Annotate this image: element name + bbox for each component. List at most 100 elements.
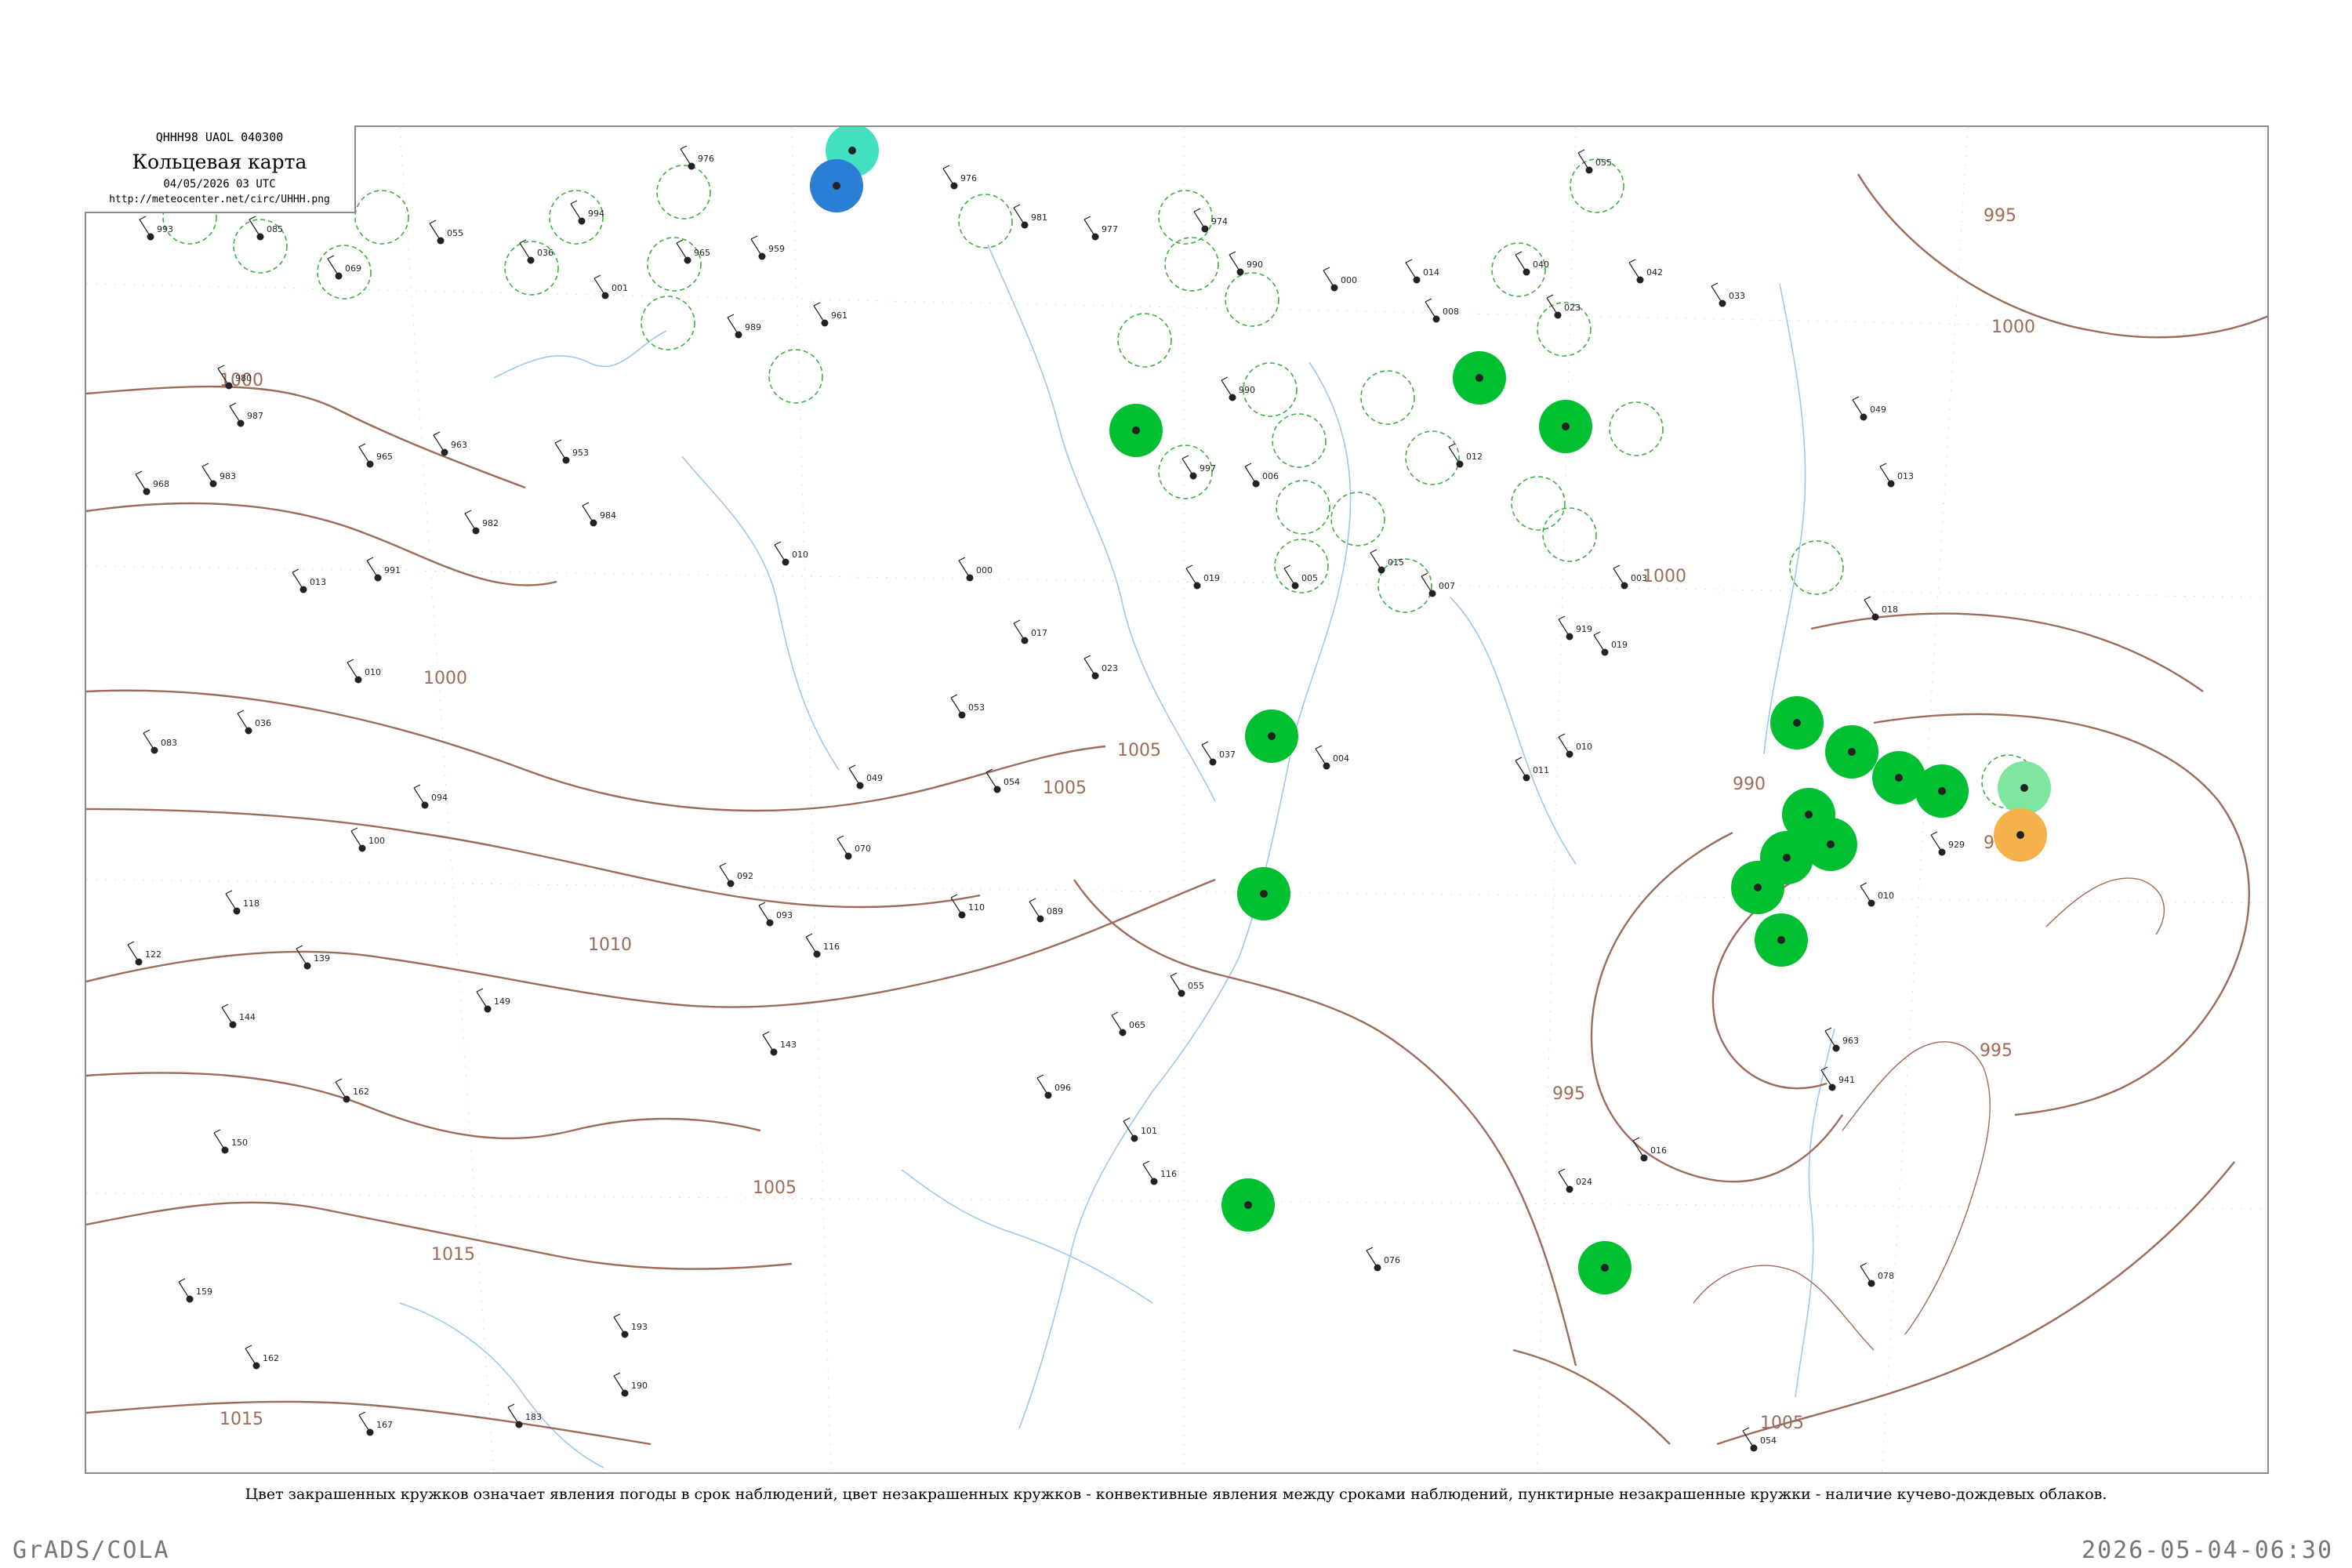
station-plot[interactable]: 162 [245,1345,279,1370]
station-plot[interactable]: 000 [1323,267,1357,292]
station-plot[interactable]: 036 [519,239,554,264]
station-plot[interactable]: 116 [1142,1160,1177,1185]
station-plot[interactable]: 139 [296,945,330,970]
station-plot[interactable]: 994 [570,200,604,225]
station-plot[interactable]: 990 [1229,251,1263,276]
station-plot[interactable]: 054 [985,768,1020,793]
station-plot[interactable]: 000 [958,557,993,582]
station-plot[interactable]: 976 [680,145,714,170]
station-plot[interactable]: 076 [1366,1247,1400,1272]
station-plot[interactable]: 990 [1221,376,1255,401]
station-plot[interactable]: 010 [774,541,808,566]
station-plot[interactable]: 055 [1577,149,1612,174]
station-plot[interactable]: 010 [1860,882,1894,907]
station-plot[interactable]: 019 [1593,631,1628,656]
station-plot[interactable]: 953 [554,439,589,464]
station-plot[interactable]: 013 [1879,463,1914,488]
station-plot[interactable]: 055 [429,220,463,245]
station-plot[interactable]: 100 [350,827,385,852]
station-plot[interactable]: 144 [221,1004,256,1029]
station-plot[interactable]: 055 [1170,972,1204,997]
station-plot[interactable]: 049 [1852,396,1886,421]
station-plot[interactable]: 993 [139,216,173,241]
station-plot[interactable]: 023 [1546,294,1581,319]
weather-marker-rain[interactable] [1578,1241,1632,1294]
station-plot[interactable]: 023 [1083,655,1118,680]
station-plot[interactable]: 016 [1632,1137,1667,1162]
station-plot[interactable]: 997 [1181,455,1216,480]
station-plot[interactable]: 190 [613,1372,648,1397]
station-plot[interactable]: 036 [237,710,271,735]
station-plot[interactable]: 987 [229,402,263,427]
station-plot[interactable]: 092 [719,862,753,887]
station-plot[interactable]: 004 [1315,745,1349,770]
station-plot[interactable]: 033 [1711,282,1745,307]
weather-marker-rain[interactable] [1539,400,1592,453]
station-plot[interactable]: 977 [1083,216,1118,241]
station-plot[interactable]: 007 [1421,572,1455,597]
station-plot[interactable]: 143 [762,1031,797,1056]
station-plot[interactable]: 040 [1515,251,1549,276]
station-plot[interactable]: 150 [213,1129,248,1154]
weather-marker-fog[interactable] [1994,808,2047,862]
station-plot[interactable]: 096 [1036,1074,1071,1099]
station-plot[interactable]: 014 [1405,259,1439,284]
station-plot[interactable]: 991 [366,557,401,582]
station-plot[interactable]: 083 [143,729,177,754]
weather-marker-rain[interactable] [1825,725,1878,779]
weather-marker-rain[interactable] [1221,1178,1275,1232]
station-plot[interactable]: 013 [292,568,326,593]
weather-marker-shower[interactable] [810,159,863,212]
station-plot[interactable]: 941 [1820,1066,1855,1091]
weather-marker-rain[interactable] [1915,764,1969,818]
station-plot[interactable]: 959 [750,235,785,260]
weather-marker-rain[interactable] [1755,913,1808,967]
station-plot[interactable]: 118 [225,890,260,915]
weather-marker-rain[interactable] [1109,404,1163,457]
weather-marker-rain[interactable] [1770,696,1824,750]
station-plot[interactable]: 065 [1111,1011,1145,1036]
weather-marker-rain[interactable] [1237,867,1290,920]
station-plot[interactable]: 094 [413,784,448,809]
weather-marker-rain[interactable] [1731,861,1784,914]
station-plot[interactable]: 919 [1558,615,1592,641]
station-plot[interactable]: 012 [1448,443,1483,468]
station-plot[interactable]: 159 [178,1278,212,1303]
station-plot[interactable]: 193 [613,1313,648,1338]
station-plot[interactable]: 037 [1201,741,1236,766]
station-plot[interactable]: 053 [950,694,985,719]
station-plot[interactable]: 984 [582,502,616,527]
station-plot[interactable]: 010 [347,659,381,684]
station-plot[interactable]: 089 [1029,898,1063,923]
station-plot[interactable]: 069 [327,255,361,280]
station-plot[interactable]: 010 [1558,733,1592,758]
station-plot[interactable]: 006 [1244,463,1279,488]
station-plot[interactable]: 149 [476,988,510,1013]
station-plot[interactable]: 008 [1425,298,1459,323]
station-plot[interactable]: 070 [837,835,871,860]
station-plot[interactable]: 093 [758,902,793,927]
station-plot[interactable]: 049 [848,764,883,789]
station-plot[interactable]: 963 [433,431,467,456]
station-plot[interactable]: 042 [1628,259,1663,284]
station-plot[interactable]: 015 [1370,549,1404,574]
station-plot[interactable]: 019 [1185,564,1220,590]
station-plot[interactable]: 965 [358,443,393,468]
station-plot[interactable]: 116 [805,933,840,958]
station-plot[interactable]: 162 [335,1078,369,1103]
weather-marker-drizzle[interactable] [1998,761,2051,815]
weather-marker-rain[interactable] [1453,351,1506,405]
station-plot[interactable]: 981 [1013,204,1047,229]
station-plot[interactable]: 024 [1558,1168,1592,1193]
station-plot[interactable]: 078 [1860,1262,1894,1287]
station-plot[interactable]: 929 [1930,831,1965,856]
station-plot[interactable]: 989 [727,314,761,339]
station-plot[interactable]: 974 [1193,208,1228,233]
weather-marker-rain[interactable] [1245,710,1298,763]
station-plot[interactable]: 017 [1013,619,1047,644]
station-plot[interactable]: 101 [1123,1117,1157,1142]
station-plot[interactable]: 005 [1283,564,1318,590]
map-url[interactable]: http://meteocenter.net/circ/UHHH.png [85,194,354,205]
station-plot[interactable]: 167 [358,1411,393,1436]
station-plot[interactable]: 983 [201,463,236,488]
